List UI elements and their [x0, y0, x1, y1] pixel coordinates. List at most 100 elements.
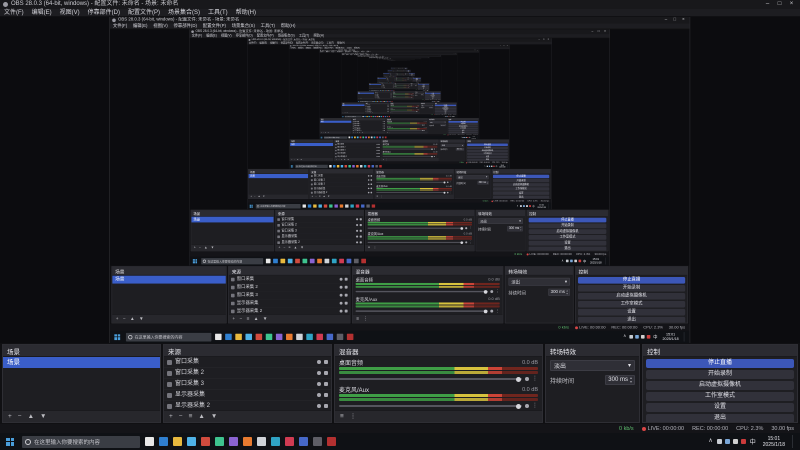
remove-scene-icon[interactable]: − — [18, 411, 22, 422]
duration-spinner[interactable]: 300 ms ▴ ▾ — [605, 375, 635, 385]
taskbar-clock[interactable]: 15:01 2025/1/18 — [760, 436, 788, 448]
menu-item-view[interactable]: 视图(V) — [56, 9, 84, 17]
scenes-title: 场景 — [342, 103, 345, 105]
taskbar-app-icon[interactable] — [173, 437, 182, 446]
mixer-settings-icon[interactable]: ≡ — [340, 411, 344, 422]
settings-button[interactable]: 设置 — [646, 403, 794, 412]
taskbar-app-icon[interactable] — [724, 439, 730, 444]
menu-item-file[interactable]: 文件(F) — [0, 9, 28, 17]
mixer-channel-desktop-audio: 桌面音频 0.0 dB ⋮ — [335, 357, 542, 384]
visibility-eye-icon[interactable] — [317, 404, 321, 408]
close-button[interactable]: × — [786, 0, 797, 9]
volume-slider-knob[interactable] — [516, 376, 521, 382]
add-scene-icon: + — [291, 158, 293, 161]
spinner-down-icon[interactable]: ▾ — [630, 380, 632, 384]
taskbar-app-icon[interactable] — [313, 437, 322, 446]
menu-item-tools[interactable]: 工具(T) — [204, 9, 232, 17]
transitions-title: 转场特效 — [440, 140, 448, 143]
menu-item-edit[interactable]: 编辑(E) — [28, 9, 56, 17]
volume-slider[interactable] — [339, 403, 522, 409]
source-item[interactable]: 窗口采集 3 — [164, 379, 331, 390]
taskbar-app-icon[interactable] — [257, 437, 266, 446]
bitrate-status: 0 kb/s — [618, 425, 634, 432]
maximize-button[interactable]: □ — [774, 0, 785, 9]
source-up-icon[interactable]: ▲ — [198, 411, 204, 422]
show-desktop-button[interactable] — [792, 435, 797, 448]
sources-title: 来源 — [365, 103, 368, 105]
tray-caret-icon[interactable]: ∧ — [708, 433, 712, 450]
speaker-icon[interactable] — [525, 377, 529, 381]
visibility-eye-icon[interactable] — [317, 371, 321, 375]
volume-slider[interactable] — [339, 376, 522, 382]
mixer-channel-label: 麦克风/Aux — [392, 95, 396, 97]
taskbar-app-icon[interactable] — [159, 437, 168, 446]
taskbar-app-icon[interactable] — [187, 437, 196, 446]
exit-button[interactable]: 退出 — [646, 414, 794, 422]
source-down-icon[interactable]: ▼ — [211, 411, 217, 422]
preview-canvas[interactable]: OBS 28.0.3 (64-bit, windows) - 配置文件: 未命名… — [0, 17, 800, 343]
source-item[interactable]: 显示器采集 — [164, 390, 331, 401]
lock-icon[interactable] — [324, 404, 328, 408]
source-item[interactable]: 窗口采集 — [164, 357, 331, 368]
start-recording-button[interactable]: 开始录制 — [646, 370, 794, 379]
channel-menu-icon[interactable]: ⋮ — [532, 402, 538, 410]
taskbar-app-icon[interactable] — [327, 437, 336, 446]
taskbar-app-icon[interactable] — [285, 437, 294, 446]
taskbar-app-icon[interactable] — [243, 437, 252, 446]
source-properties-icon[interactable]: ≡ — [189, 411, 193, 422]
channel-menu-icon[interactable]: ⋮ — [532, 375, 538, 383]
lock-icon[interactable] — [324, 382, 328, 386]
source-label: 窗口采集 3 — [313, 183, 325, 186]
minimize-button[interactable]: – — [762, 0, 773, 9]
taskbar-app-icon — [255, 333, 263, 341]
taskbar-app-icon[interactable] — [145, 437, 154, 446]
mixer-menu-icon[interactable]: ⋮ — [350, 411, 357, 422]
start-button[interactable] — [3, 435, 17, 448]
start-virtual-camera-button[interactable]: 启动虚拟摄像机 — [646, 381, 794, 390]
volume-slider-knob[interactable] — [516, 403, 521, 409]
studio-mode-button[interactable]: 工作室模式 — [646, 392, 794, 401]
lock-icon[interactable] — [324, 360, 328, 364]
spinner-arrows-icon[interactable]: ▴ ▾ — [630, 376, 632, 384]
add-scene-icon[interactable]: + — [8, 411, 12, 422]
lock-icon[interactable] — [324, 371, 328, 375]
ime-indicator[interactable]: 中 — [750, 437, 756, 446]
menu-item-docks[interactable]: 停靠部件(D) — [84, 9, 124, 17]
taskbar-app-icon[interactable] — [201, 437, 210, 446]
add-source-icon[interactable]: + — [169, 411, 173, 422]
source-label: 窗口采集 3 — [375, 95, 379, 96]
menu-item-profile[interactable]: 配置文件(P) — [124, 9, 164, 17]
sources-panel: 来源 窗口采集 窗口采集 2 窗口采集 3 显示器采集 显示器采集 2 + − … — [389, 72, 397, 77]
visibility-eye-icon[interactable] — [317, 360, 321, 364]
stop-streaming-button[interactable]: 停止直播 — [646, 359, 794, 368]
taskbar-app-icon[interactable] — [716, 439, 722, 444]
remove-source-icon[interactable]: − — [179, 411, 183, 422]
scene-item[interactable]: 场景 — [3, 357, 160, 368]
scene-up-icon[interactable]: ▲ — [28, 411, 34, 422]
controls-body: 停止直播 开始录制 启动虚拟摄像机 工作室模式 设置 退出 — [412, 77, 421, 82]
live-indicator-icon — [491, 200, 493, 202]
titlebar: OBS 28.0.3 (64-bit, windows) - 配置文件: 未命名… — [247, 38, 552, 42]
taskbar-app-icon[interactable] — [299, 437, 308, 446]
volume-meter — [339, 371, 538, 374]
taskbar-app-icon[interactable] — [229, 437, 238, 446]
taskbar-app-icon — [379, 136, 381, 139]
source-item[interactable]: 显示器采集 2 — [164, 401, 331, 410]
visibility-eye-icon[interactable] — [317, 393, 321, 397]
taskbar-app-icon[interactable] — [732, 439, 738, 444]
visibility-eye-icon[interactable] — [317, 382, 321, 386]
scene-down-icon[interactable]: ▼ — [40, 411, 46, 422]
taskbar-search[interactable]: 在这里输入你要搜索的内容 — [22, 435, 140, 448]
controls-panel: 控制 停止直播 开始录制 启动虚拟摄像机 工作室模式 设置 退出 — [434, 102, 457, 114]
lock-icon[interactable] — [324, 393, 328, 397]
taskbar-app-icon[interactable] — [215, 437, 224, 446]
taskbar-app-icon[interactable] — [271, 437, 280, 446]
speaker-icon[interactable] — [525, 404, 529, 408]
transition-select[interactable]: 淡出 ▾ — [550, 360, 635, 371]
menu-item-scene-collection[interactable]: 场景集合(S) — [164, 9, 204, 17]
source-item[interactable]: 窗口采集 2 — [164, 368, 331, 379]
taskbar-app-icon[interactable] — [740, 439, 746, 444]
clock-time: 15:01 — [539, 203, 544, 207]
rec-timer: REC: 00:00:00 — [479, 161, 490, 164]
menu-item-help[interactable]: 帮助(H) — [232, 9, 260, 17]
